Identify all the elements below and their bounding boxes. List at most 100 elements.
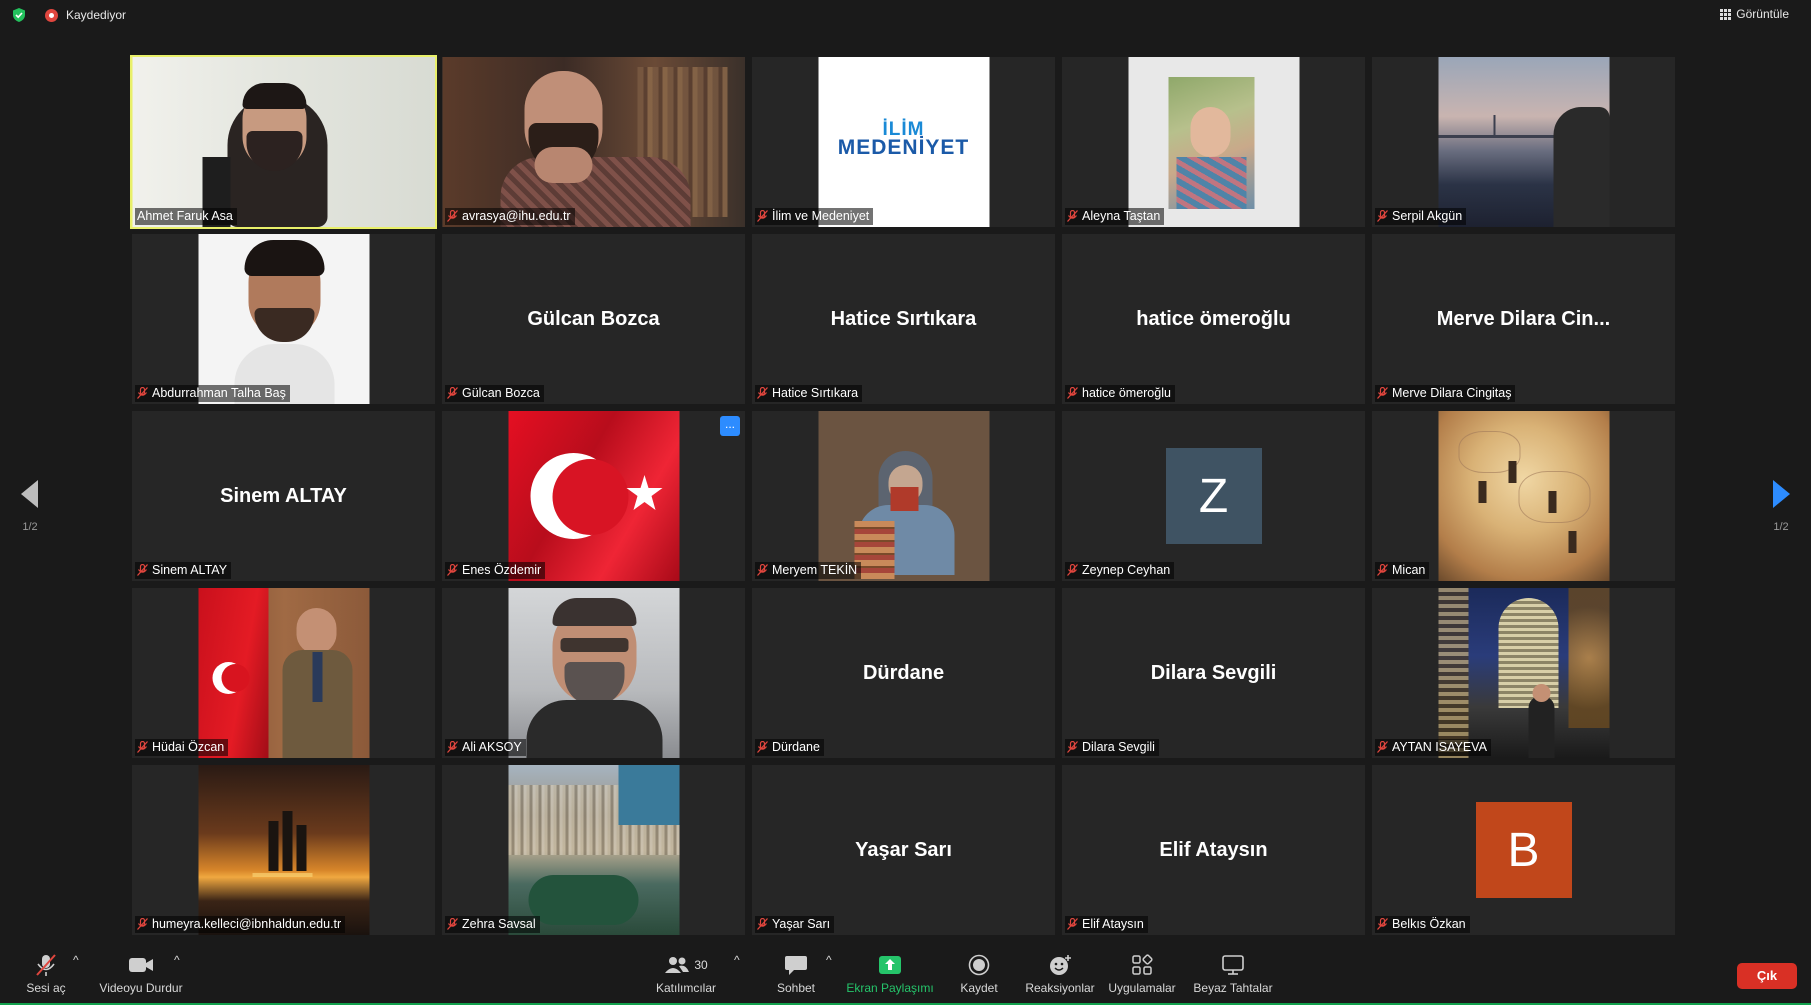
participant-tile[interactable]: ... Enes Özdemir bbox=[442, 411, 745, 581]
participant-name-label: Zehra Savsal bbox=[445, 916, 540, 933]
participant-tile[interactable]: Merve Dilara Cin... Merve Dilara Cingita… bbox=[1372, 234, 1675, 404]
muted-mic-icon bbox=[757, 564, 768, 576]
participant-name-label: Mican bbox=[1375, 562, 1430, 579]
muted-microphone-icon bbox=[36, 954, 56, 976]
muted-mic-icon bbox=[137, 918, 148, 930]
participant-tile[interactable]: Dürdane Dürdane bbox=[752, 588, 1055, 758]
participant-tile[interactable]: Ahmet Faruk Asa bbox=[130, 55, 437, 229]
muted-mic-icon bbox=[1067, 564, 1078, 576]
participant-name-label: Abdurrahman Talha Baş bbox=[135, 385, 290, 402]
participant-photo bbox=[1128, 57, 1299, 227]
share-screen-icon bbox=[879, 956, 901, 974]
participants-options-caret[interactable]: ^ bbox=[734, 953, 740, 967]
participant-tile[interactable]: Mican bbox=[1372, 411, 1675, 581]
participant-display-name: Dürdane bbox=[862, 662, 945, 684]
avatar-initial: B bbox=[1507, 823, 1540, 877]
muted-mic-icon bbox=[1067, 210, 1078, 222]
participant-tile[interactable]: Yaşar Sarı Yaşar Sarı bbox=[752, 765, 1055, 935]
participant-display-name: Sinem ALTAY bbox=[220, 485, 347, 507]
participant-tile[interactable]: Meryem TEKİN bbox=[752, 411, 1055, 581]
participant-logo: İLİM MEDENİYET bbox=[818, 57, 989, 227]
chat-bubble-icon bbox=[785, 956, 807, 975]
whiteboard-button[interactable]: Beyaz Tahtalar bbox=[1190, 953, 1276, 995]
participant-tile[interactable]: Abdurrahman Talha Baş bbox=[132, 234, 435, 404]
participant-name-label: hatice ömeroğlu bbox=[1065, 385, 1175, 402]
participant-tile[interactable]: Sinem ALTAY Sinem ALTAY bbox=[132, 411, 435, 581]
audio-options-caret[interactable]: ^ bbox=[73, 953, 79, 967]
participant-video bbox=[442, 57, 745, 227]
apps-label: Uygulamalar bbox=[1108, 981, 1176, 995]
participant-display-name: Yaşar Sarı bbox=[855, 839, 952, 861]
record-icon bbox=[968, 954, 990, 976]
share-screen-label: Ekran Paylaşımı bbox=[846, 981, 934, 995]
participant-photo bbox=[508, 765, 679, 935]
participant-name-label: avrasya@ihu.edu.tr bbox=[445, 208, 575, 225]
share-screen-button[interactable]: Ekran Paylaşımı bbox=[844, 953, 936, 995]
chat-button[interactable]: Sohbet bbox=[770, 953, 822, 995]
participant-tile[interactable]: Dilara Sevgili Dilara Sevgili bbox=[1062, 588, 1365, 758]
unmute-button[interactable]: Sesi aç bbox=[22, 953, 70, 995]
muted-mic-icon bbox=[447, 564, 458, 576]
unmute-label: Sesi aç bbox=[26, 981, 66, 995]
muted-mic-icon bbox=[447, 387, 458, 399]
participant-name-label: humeyra.kelleci@ibnhaldun.edu.tr bbox=[135, 916, 346, 933]
video-camera-icon bbox=[129, 958, 153, 972]
logo-line-2: MEDENİYET bbox=[837, 136, 970, 159]
participant-tile[interactable]: humeyra.kelleci@ibnhaldun.edu.tr bbox=[132, 765, 435, 935]
participant-name-label: Aleyna Taştan bbox=[1065, 208, 1165, 225]
participant-display-name: Elif Ataysın bbox=[1159, 839, 1268, 861]
stop-video-button[interactable]: Videoyu Durdur bbox=[96, 953, 186, 995]
muted-mic-icon bbox=[137, 564, 148, 576]
participant-display-name: Merve Dilara Cin... bbox=[1436, 308, 1611, 330]
stop-video-label: Videoyu Durdur bbox=[99, 981, 183, 995]
muted-mic-icon bbox=[1377, 918, 1388, 930]
participant-name-label: Enes Özdemir bbox=[445, 562, 546, 579]
participant-tile[interactable]: Aleyna Taştan bbox=[1062, 57, 1365, 227]
participant-photo bbox=[818, 411, 989, 581]
smiley-icon bbox=[1050, 955, 1071, 975]
reactions-button[interactable]: Reaksiyonlar bbox=[1024, 953, 1096, 995]
participant-tile[interactable]: Z Zeynep Ceyhan bbox=[1062, 411, 1365, 581]
muted-mic-icon bbox=[1377, 210, 1388, 222]
participant-name-label: AYTAN ISAYEVA bbox=[1375, 739, 1491, 756]
participant-tile[interactable]: Zehra Savsal bbox=[442, 765, 745, 935]
participant-name-label: Sinem ALTAY bbox=[135, 562, 232, 579]
muted-mic-icon bbox=[1377, 564, 1388, 576]
participants-button[interactable]: 30 Katılımcılar bbox=[652, 953, 720, 995]
muted-mic-icon bbox=[1067, 741, 1078, 753]
record-button[interactable]: Kaydet bbox=[954, 953, 1004, 995]
participant-tile[interactable]: avrasya@ihu.edu.tr bbox=[442, 57, 745, 227]
participant-photo bbox=[198, 588, 369, 758]
participant-tile[interactable]: Elif Ataysın Elif Ataysın bbox=[1062, 765, 1365, 935]
participant-photo bbox=[508, 411, 679, 581]
participant-tile[interactable]: Hatice Sırtıkara Hatice Sırtıkara bbox=[752, 234, 1055, 404]
chat-label: Sohbet bbox=[776, 981, 816, 995]
muted-mic-icon bbox=[447, 918, 458, 930]
whiteboard-icon bbox=[1222, 955, 1244, 975]
participant-avatar: Z bbox=[1165, 448, 1262, 544]
exit-meeting-button[interactable]: Çık bbox=[1737, 963, 1797, 989]
apps-button[interactable]: Uygulamalar bbox=[1106, 953, 1178, 995]
participant-name-label: Dürdane bbox=[755, 739, 824, 756]
participant-name-label: Elif Ataysın bbox=[1065, 916, 1148, 933]
participant-name-label: Ali AKSOY bbox=[445, 739, 526, 756]
video-options-caret[interactable]: ^ bbox=[174, 953, 180, 967]
participant-tile[interactable]: hatice ömeroğlu hatice ömeroğlu bbox=[1062, 234, 1365, 404]
participant-photo bbox=[1438, 588, 1609, 758]
participant-tile[interactable]: B Belkıs Özkan bbox=[1372, 765, 1675, 935]
participant-photo bbox=[508, 588, 679, 758]
participant-tile[interactable]: AYTAN ISAYEVA bbox=[1372, 588, 1675, 758]
participant-photo bbox=[198, 765, 369, 935]
participant-tile[interactable]: Serpil Akgün bbox=[1372, 57, 1675, 227]
reactions-label: Reaksiyonlar bbox=[1025, 981, 1095, 995]
participant-tile[interactable]: İLİM MEDENİYET İlim ve Medeniyet bbox=[752, 57, 1055, 227]
participant-name-label: Serpil Akgün bbox=[1375, 208, 1467, 225]
participant-tile[interactable]: Gülcan Bozca Gülcan Bozca bbox=[442, 234, 745, 404]
chat-options-caret[interactable]: ^ bbox=[826, 953, 832, 967]
participant-name-label: Dilara Sevgili bbox=[1065, 739, 1159, 756]
more-options-button[interactable]: ... bbox=[720, 416, 740, 436]
participant-avatar: B bbox=[1475, 802, 1572, 898]
participant-tile[interactable]: Hüdai Özcan bbox=[132, 588, 435, 758]
participant-tile[interactable]: Ali AKSOY bbox=[442, 588, 745, 758]
muted-mic-icon bbox=[1377, 741, 1388, 753]
